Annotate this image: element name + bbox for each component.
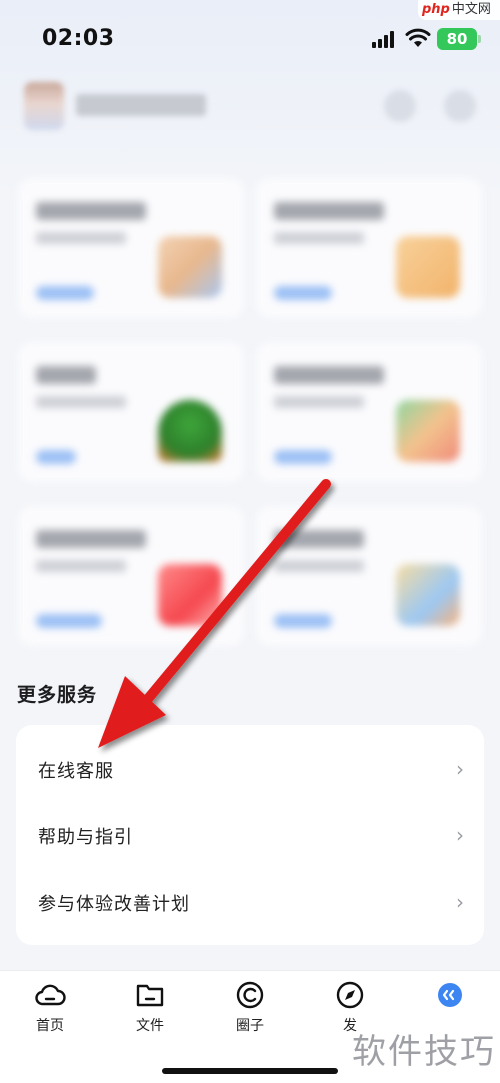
header-action-button[interactable] [384,90,416,122]
battery-tip [478,35,481,43]
more-services-list: 在线客服 › 帮助与指引 › 参与体验改善计划 › [16,725,484,945]
tab-profile[interactable] [410,981,490,1015]
cloud-icon [35,984,66,1006]
tab-files[interactable]: 文件 [110,981,190,1035]
tab-label: 文件 [136,1018,164,1034]
profile-header[interactable] [18,82,488,132]
service-item-online-support[interactable]: 在线客服 › [16,735,484,801]
status-time: 02:03 [42,26,115,51]
home-indicator[interactable] [162,1068,338,1074]
chevron-right-icon: › [456,757,464,781]
service-item-help-guide[interactable]: 帮助与指引 › [16,801,484,867]
service-item-label: 在线客服 [38,761,114,782]
wifi-icon [405,28,431,47]
tab-label: 首页 [36,1018,64,1034]
compass-icon [336,981,364,1009]
watermark-top: php 中文网 [418,0,500,20]
watermark-bottom: 软件技巧 [352,1032,496,1072]
service-card[interactable] [256,506,482,646]
watermark-brand: php [422,2,450,17]
service-card[interactable] [18,178,244,318]
avatar[interactable] [24,82,64,130]
service-card[interactable] [256,178,482,318]
page: 02:03 80 php 中文网 更多服务 在线客服 › 帮助与指引 › 参与体… [0,0,500,1083]
chevron-right-icon: › [456,890,464,914]
service-card[interactable] [256,342,482,482]
circle-c-icon [236,981,264,1009]
tab-circle[interactable]: 圈子 [210,981,290,1035]
nickname-blurred [76,94,206,116]
tab-home[interactable]: 首页 [10,981,90,1035]
settings-button[interactable] [444,90,476,122]
profile-badge-icon [438,983,462,1007]
watermark-text: 中文网 [451,2,491,17]
signal-icon [372,30,398,48]
tab-label: 圈子 [236,1018,264,1034]
service-item-label: 帮助与指引 [38,827,133,848]
service-item-improvement-plan[interactable]: 参与体验改善计划 › [16,868,484,934]
folder-icon [136,984,164,1007]
service-card[interactable] [18,342,244,482]
battery-indicator: 80 [437,28,477,50]
service-card[interactable] [18,506,244,646]
more-services-title: 更多服务 [17,684,98,706]
service-item-label: 参与体验改善计划 [38,894,190,915]
chevron-right-icon: › [456,823,464,847]
